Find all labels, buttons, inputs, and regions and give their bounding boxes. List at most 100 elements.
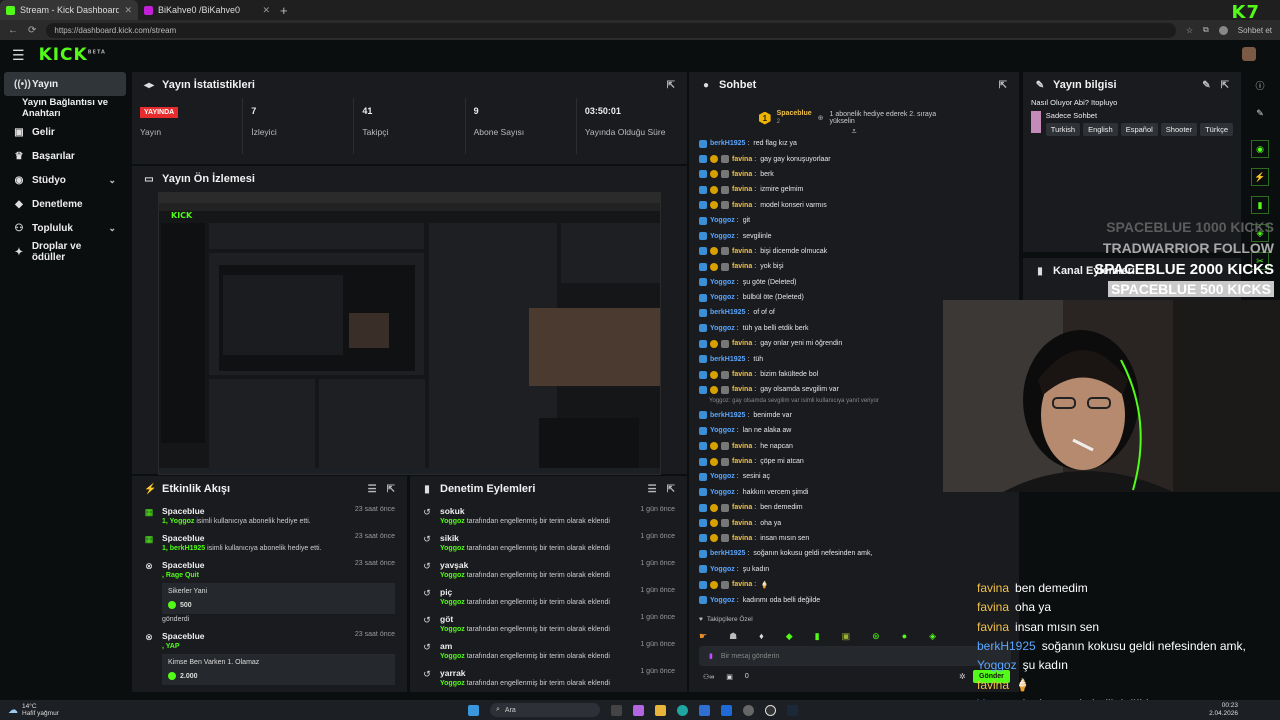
chat-message[interactable]: favina: bişi dicemde olmucak <box>699 244 1009 259</box>
chat-message[interactable]: berkH1925: soğanın kokusu geldi nefesinde… <box>699 546 1009 561</box>
chat-username[interactable]: Yoggoz <box>710 473 735 480</box>
undo-icon[interactable]: ↺ <box>422 587 432 606</box>
stream-tag[interactable]: English <box>1083 123 1118 136</box>
chat-username[interactable]: favina <box>732 202 752 209</box>
chat-message[interactable]: favina: yok bişi <box>699 259 1009 274</box>
copilot-button[interactable]: Sohbet et <box>1238 26 1272 35</box>
steam-icon[interactable] <box>787 704 798 716</box>
tab-bikahve[interactable]: BiKahve0 /BiKahve0 ✕ <box>138 0 276 20</box>
chat-username[interactable]: berkH1925 <box>710 309 745 316</box>
undo-icon[interactable]: ↺ <box>422 560 432 579</box>
chat-username[interactable]: Yoggoz <box>710 279 735 286</box>
sidebar-item-denetleme[interactable]: ◆ Denetleme <box>0 192 130 216</box>
undo-icon[interactable]: ↺ <box>422 668 432 687</box>
stream-tag[interactable]: Türkçe <box>1200 123 1233 136</box>
chat-username[interactable]: Yoggoz <box>710 217 735 224</box>
chat-username[interactable]: Yoggoz <box>710 325 735 332</box>
activity-user[interactable]: Spaceblue <box>162 631 205 641</box>
sidebar-item-droplar[interactable]: ✦ Droplar ve ödüller <box>0 240 130 264</box>
url-field[interactable]: https://dashboard.kick.com/stream <box>46 22 1176 38</box>
chat-message[interactable]: Yoggoz: şu göte (Deleted) <box>699 275 1009 290</box>
chat-username[interactable]: favina <box>732 371 752 378</box>
popout-icon[interactable]: ⇱ <box>999 80 1007 91</box>
taskbar-search[interactable]: ⌕ Ara <box>490 703 600 717</box>
chat-message[interactable]: favina: izmire gelmim <box>699 182 1009 197</box>
emote-icon[interactable]: ▮ <box>815 631 820 642</box>
stream-preview-video[interactable]: KICK <box>158 192 661 475</box>
chat-message[interactable]: Yoggoz: şu kadın <box>699 562 1009 577</box>
sidebar-item-gelir[interactable]: ▣ Gelir <box>0 120 130 144</box>
emote-icon[interactable]: ◆ <box>786 631 793 642</box>
chat-username[interactable]: Yoggoz <box>710 294 735 301</box>
emote-icon[interactable]: ● <box>902 631 907 642</box>
reload-icon[interactable]: ⟳ <box>28 25 36 36</box>
moderator-name[interactable]: Yoggoz <box>440 626 465 633</box>
pencil-icon[interactable]: ✎ <box>1251 105 1269 123</box>
chat-username[interactable]: favina <box>732 520 752 527</box>
moderator-name[interactable]: Yoggoz <box>440 680 465 687</box>
profile-avatar[interactable] <box>1218 25 1228 35</box>
info-icon[interactable]: ⓘ <box>1251 78 1269 96</box>
chat-username[interactable]: berkH1925 <box>710 550 745 557</box>
chat-username[interactable]: berkH1925 <box>710 412 745 419</box>
sidebar-item-studyo[interactable]: ◉ Stüdyo ⌄ <box>0 168 130 192</box>
chat-message[interactable]: berkH1925: red flag kız ya <box>699 136 1009 151</box>
chat-username[interactable]: favina <box>732 263 752 270</box>
undo-icon[interactable]: ↺ <box>422 506 432 525</box>
user-avatar[interactable] <box>1242 47 1256 61</box>
sidebar-item-basarilar[interactable]: ♛ Başarılar <box>0 144 130 168</box>
settings-gear-icon[interactable]: ✲ <box>959 672 966 681</box>
chat-username[interactable]: favina <box>732 340 752 347</box>
moderator-name[interactable]: Yoggoz <box>440 653 465 660</box>
emote-icon[interactable]: ♦ <box>759 631 764 642</box>
emote-icon[interactable]: ▣ <box>842 631 851 642</box>
chat-message[interactable]: favina: ben demedim <box>699 500 1009 515</box>
tab-kick-dashboard[interactable]: Stream - Kick Dashboard ✕ <box>0 0 138 20</box>
task-view-icon[interactable] <box>611 704 622 716</box>
stream-tag[interactable]: Español <box>1120 123 1158 136</box>
mic-icon[interactable]: ▮ <box>709 652 713 660</box>
star-icon[interactable]: ☆ <box>1186 26 1193 35</box>
emote-icon[interactable]: ⊛ <box>872 631 880 642</box>
moderator-name[interactable]: Yoggoz <box>440 545 465 552</box>
back-icon[interactable]: ← <box>8 25 18 36</box>
bolt-icon[interactable]: ⚡ <box>1251 168 1269 186</box>
chat-message[interactable]: Yoggoz: sevgilinle <box>699 228 1009 243</box>
sidebar-item-topluluk[interactable]: ⚇ Topluluk ⌄ <box>0 216 130 240</box>
chat-username[interactable]: berkH1925 <box>710 356 745 363</box>
filter-icon[interactable]: ☰ <box>648 484 657 495</box>
chat-username[interactable]: favina <box>732 504 752 511</box>
emote-icon[interactable]: ☛ <box>699 631 707 642</box>
edge-icon[interactable] <box>677 704 688 716</box>
chat-filter-icon[interactable]: ⩡ <box>689 126 1019 136</box>
store-icon[interactable] <box>699 704 710 716</box>
chat-username[interactable]: favina <box>732 156 752 163</box>
chat-input[interactable]: ▮ Bir mesaj gönderin <box>699 646 1011 666</box>
chat-username[interactable]: favina <box>732 581 752 588</box>
undo-icon[interactable]: ↺ <box>422 614 432 633</box>
edit-icon[interactable]: ✎ <box>1202 80 1210 91</box>
new-tab-icon[interactable]: + <box>280 3 288 18</box>
popout-icon[interactable]: ⇱ <box>1221 80 1229 91</box>
leader-user[interactable]: Spaceblue <box>777 109 812 118</box>
kick-logo[interactable]: KICKBETA <box>39 45 106 65</box>
explorer-icon[interactable] <box>655 704 666 716</box>
chat-username[interactable]: favina <box>732 535 752 542</box>
moderator-name[interactable]: Yoggoz <box>440 599 465 606</box>
obs-icon[interactable] <box>765 704 776 716</box>
weather-widget[interactable]: ☁ 14°C Hafif yağmur <box>0 703 59 717</box>
popout-icon[interactable]: ⇱ <box>667 80 675 91</box>
activity-user[interactable]: Spaceblue <box>162 506 205 516</box>
chat-message[interactable]: favina: berk <box>699 167 1009 182</box>
chat-message[interactable]: favina: insan mısın sen <box>699 531 1009 546</box>
users-icon[interactable]: ⚇∞ <box>703 673 714 681</box>
category-name[interactable]: Sadece Sohbet <box>1046 111 1233 120</box>
camera-icon[interactable]: ◉ <box>1251 140 1269 158</box>
activity-user[interactable]: Spaceblue <box>162 533 205 543</box>
emote-icon[interactable]: ◈ <box>929 631 936 642</box>
chat-username[interactable]: Yoggoz <box>710 233 735 240</box>
activity-user[interactable]: Spaceblue <box>162 560 205 570</box>
chat-message[interactable]: Yoggoz: git <box>699 213 1009 228</box>
chat-username[interactable]: Yoggoz <box>710 566 735 573</box>
emote-icon[interactable]: ☗ <box>729 631 737 642</box>
